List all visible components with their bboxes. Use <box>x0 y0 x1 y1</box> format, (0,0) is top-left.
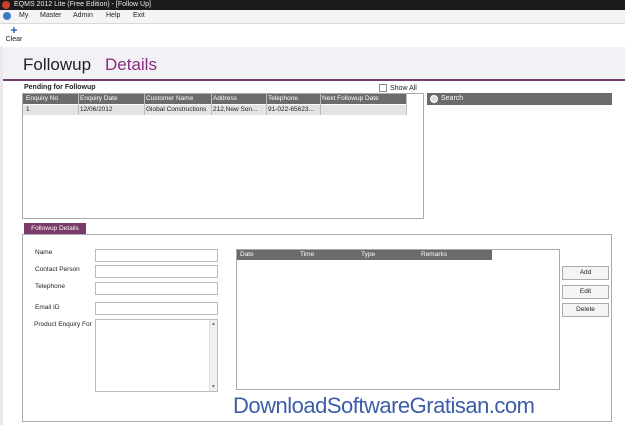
menu-my[interactable]: My <box>19 12 28 19</box>
scroll-up-icon[interactable]: ▲ <box>211 321 216 327</box>
tab-followup-details[interactable]: Followup Details <box>24 223 86 234</box>
remarks-grid[interactable]: Date Time Type Remarks <box>236 249 560 390</box>
column-divider <box>266 94 267 115</box>
col-enquiry-no[interactable]: Enquiry No <box>26 95 76 102</box>
product-enquiry-label: Product Enquiry For <box>34 321 92 328</box>
contact-person-label: Contact Person <box>35 266 80 273</box>
app-menu-icon[interactable] <box>3 12 11 20</box>
page-title-followup: Followup <box>23 55 92 74</box>
menu-help[interactable]: Help <box>106 12 120 19</box>
column-divider <box>144 94 145 115</box>
column-divider <box>78 94 79 115</box>
cell-enquiry-date: 12/06/2012 <box>80 106 113 113</box>
telephone-label: Telephone <box>35 283 65 290</box>
show-all-checkbox[interactable]: Show All <box>379 84 417 92</box>
app-icon <box>2 1 10 9</box>
menu-master[interactable]: Master <box>40 12 61 19</box>
delete-button[interactable]: Delete <box>562 303 609 317</box>
pending-grid[interactable]: Enquiry No Enquiry Date Customer Name Ad… <box>22 93 424 219</box>
col-address[interactable]: Address <box>213 95 265 102</box>
textarea-scrollbar[interactable]: ▲ ▼ <box>209 320 217 391</box>
cell-customer-name: Global Constructions <box>146 106 207 113</box>
cell-telephone: 91-022-65623... <box>268 106 314 113</box>
clear-icon: ✚ <box>10 26 18 35</box>
product-enquiry-field[interactable]: ▲ ▼ <box>95 319 218 392</box>
col-type[interactable]: Type <box>361 251 375 258</box>
email-field[interactable] <box>95 302 218 315</box>
col-customer-name[interactable]: Customer Name <box>146 95 208 102</box>
cell-enquiry-no: 1 <box>26 106 30 113</box>
clear-button[interactable]: ✚ Clear <box>4 27 24 45</box>
menu-exit[interactable]: Exit <box>133 12 145 19</box>
window-title: EQMS 2012 Lite (Free Edition) - [Follow … <box>14 1 151 8</box>
col-remarks[interactable]: Remarks <box>421 251 447 258</box>
page-header: Followup Details <box>3 47 625 81</box>
toolbar: ✚ Clear <box>0 24 625 46</box>
column-divider <box>320 94 321 115</box>
col-next-followup-date[interactable]: Next Followup Date <box>322 95 404 102</box>
scroll-down-icon[interactable]: ▼ <box>211 384 216 390</box>
pending-label: Pending for Followup <box>24 84 96 91</box>
search-label: Search <box>441 95 464 102</box>
left-border <box>0 46 3 425</box>
name-label: Name <box>35 249 53 256</box>
show-all-label: Show All <box>390 84 417 92</box>
col-telephone[interactable]: Telephone <box>268 95 320 102</box>
add-button[interactable]: Add <box>562 266 609 280</box>
edit-button[interactable]: Edit <box>562 285 609 299</box>
page-title-details: Details <box>105 55 157 74</box>
table-row[interactable]: 1 12/06/2012 Global Constructions 212,Ne… <box>23 105 406 115</box>
column-divider <box>406 94 407 115</box>
search-icon <box>430 95 438 103</box>
telephone-field[interactable] <box>95 282 218 295</box>
column-divider <box>211 94 212 115</box>
title-bar: EQMS 2012 Lite (Free Edition) - [Follow … <box>0 0 625 10</box>
menu-bar: My Master Admin Help Exit <box>0 10 625 24</box>
menu-admin[interactable]: Admin <box>73 12 93 19</box>
contact-person-field[interactable] <box>95 265 218 278</box>
cell-address: 212,New Son... <box>213 106 258 113</box>
watermark: DownloadSoftwareGratisan.com <box>233 393 535 418</box>
clear-label: Clear <box>5 36 23 43</box>
pending-grid-header: Enquiry No Enquiry Date Customer Name Ad… <box>23 94 406 104</box>
col-enquiry-date[interactable]: Enquiry Date <box>80 95 142 102</box>
name-field[interactable] <box>95 249 218 262</box>
search-bar[interactable]: Search <box>427 93 612 105</box>
remarks-grid-header: Date Time Type Remarks <box>237 250 492 260</box>
col-time[interactable]: Time <box>300 251 314 258</box>
email-label: Email ID <box>35 304 60 311</box>
checkbox-box[interactable] <box>379 84 387 92</box>
col-date[interactable]: Date <box>240 251 254 258</box>
